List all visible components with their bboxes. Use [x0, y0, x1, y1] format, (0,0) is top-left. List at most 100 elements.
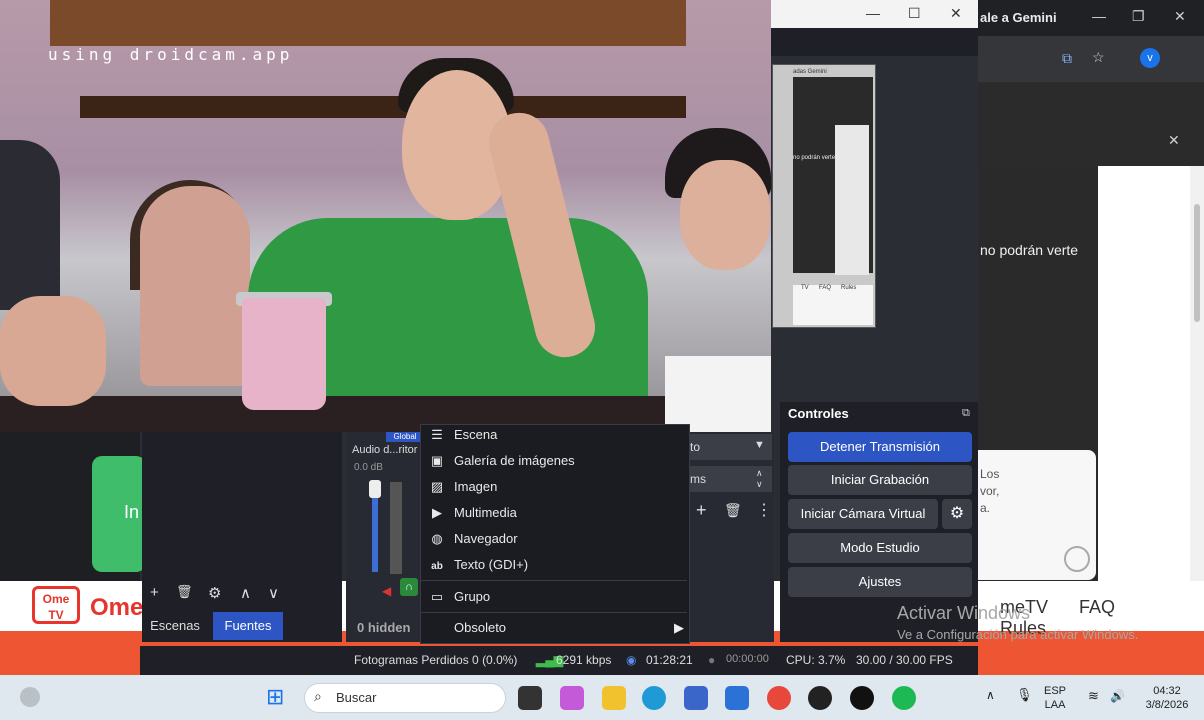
start-virtual-camera-button[interactable]: Iniciar Cámara Virtual [788, 499, 938, 529]
menu-item-navegador[interactable]: ◍ Navegador [428, 527, 517, 551]
studio-mode-button[interactable]: Modo Estudio [788, 533, 972, 563]
activation-subtitle: Ve a Configuración para activar Windows. [897, 627, 1139, 642]
windows-start-icon[interactable]: ⊞ [266, 686, 288, 708]
menu-item-obsoleto[interactable]: Obsoleto ▶ [428, 616, 686, 640]
stepper-arrows-icon[interactable]: ∧ ∨ [756, 468, 763, 490]
weather-icon[interactable] [20, 687, 40, 707]
nested-bottom-panel [793, 285, 873, 325]
tab-fuentes[interactable]: Fuentes [213, 612, 283, 640]
mute-icon[interactable]: ◀ [382, 584, 391, 598]
maximize-icon[interactable]: ❐ [1132, 8, 1145, 25]
nested-white-panel [835, 125, 869, 275]
mate-cup [242, 298, 326, 410]
start-button[interactable]: In [92, 456, 146, 572]
person-left [140, 186, 250, 386]
chevron-up-icon[interactable]: ∧ [986, 688, 995, 702]
menu-item-texto[interactable]: ab Texto (GDI+) [428, 553, 528, 577]
globe-icon: ◍ [431, 531, 443, 546]
bitrate: 6291 kbps [556, 653, 612, 667]
menu-item-imagen[interactable]: ▨ Imagen [428, 475, 498, 499]
trash-icon[interactable]: 🗑 [176, 584, 193, 600]
person-edge [0, 140, 60, 310]
headphones-icon[interactable]: ∩ [400, 578, 418, 596]
task-view-icon[interactable] [518, 686, 542, 710]
streaming-icon: ◉ [626, 653, 637, 667]
page-scrollbar-thumb[interactable] [1194, 204, 1200, 322]
tab-escenas[interactable]: Escenas [146, 612, 204, 640]
add-icon[interactable]: + [150, 584, 159, 601]
add-transition-icon[interactable]: + [696, 500, 707, 521]
emoji-icon[interactable] [1064, 546, 1090, 572]
chrome-icon[interactable] [767, 686, 791, 710]
submenu-arrow-icon: ▶ [674, 620, 684, 635]
nested-label: adas Gemini [793, 69, 827, 75]
volume-icon[interactable]: 🔊 [1110, 689, 1125, 703]
audio-meter [390, 482, 402, 574]
activation-title: Activar Windows [897, 603, 1031, 623]
volume-slider-handle[interactable] [369, 480, 381, 498]
menu-item-galeria[interactable]: ▣ Galería de imágenes [428, 449, 575, 473]
edge-icon[interactable] [642, 686, 666, 710]
menu-item-escena[interactable]: ☰ Escena [428, 423, 497, 447]
close-icon[interactable]: ✕ [950, 5, 962, 22]
transition-select[interactable]: to ▼ [688, 434, 772, 460]
footer-link[interactable]: FAQ [1079, 597, 1115, 617]
app-icon[interactable] [850, 686, 874, 710]
move-up-icon[interactable]: ∧ [240, 584, 251, 602]
microphone-icon[interactable]: 🎙 [1016, 688, 1033, 702]
obs-menubar [770, 28, 978, 56]
start-recording-button[interactable]: Iniciar Grabación [788, 465, 972, 495]
search-placeholder: Buscar [336, 690, 377, 705]
nested-label: Rules [841, 285, 857, 291]
browser-tab-title[interactable]: ale a Gemini [980, 10, 1057, 25]
image-icon: ▨ [430, 479, 444, 494]
chevron-down-icon: ▼ [754, 439, 765, 451]
search-box[interactable] [304, 683, 506, 713]
spotify-icon[interactable] [892, 686, 916, 710]
cabinet [50, 0, 686, 46]
slideshow-icon: ▣ [430, 453, 444, 468]
more-vertical-icon[interactable]: ⋮ [756, 500, 772, 520]
cast-icon[interactable]: ⧉ [1062, 50, 1072, 67]
transitions-dock: to ▼ ms ∧ ∨ + 🗑 ⋮ [688, 432, 774, 642]
gear-icon[interactable]: ⚙ [208, 584, 221, 602]
file-explorer-icon[interactable] [602, 686, 626, 710]
ometv-brand: Ome [90, 594, 144, 621]
menu-item-grupo[interactable]: ▭ Grupo [428, 585, 490, 609]
menu-divider [421, 612, 687, 613]
scenes-dock [142, 432, 342, 642]
trash-icon[interactable]: 🗑 [724, 502, 742, 519]
close-icon[interactable]: ✕ [1168, 132, 1180, 149]
audio-global-badge: Global [386, 432, 424, 442]
play-icon: ▶ [432, 505, 442, 520]
close-icon[interactable]: ✕ [1174, 8, 1186, 25]
undock-icon[interactable]: ⧉ [962, 407, 970, 420]
wifi-icon[interactable]: ≋ [1088, 689, 1099, 703]
duration-stepper[interactable]: ms ∧ ∨ [688, 466, 772, 492]
maximize-icon[interactable]: ☐ [908, 5, 921, 22]
controls-title: Controles [788, 406, 849, 421]
copilot-icon[interactable] [560, 686, 584, 710]
language-indicator[interactable]: ESP LAA [1044, 684, 1066, 712]
bookmark-star-icon[interactable]: ☆ [1092, 49, 1105, 66]
cpu-usage: CPU: 3.7% [786, 653, 846, 667]
person-right [680, 160, 770, 270]
clock[interactable]: 04:32 3/8/2026 [1138, 684, 1196, 712]
minimize-icon[interactable]: — [866, 5, 880, 21]
fps: 30.00 / 30.00 FPS [856, 653, 953, 667]
nested-label: no podrán verte [793, 155, 836, 161]
stream-time: 01:28:21 [646, 653, 693, 667]
gear-icon[interactable]: ⚙ [942, 499, 972, 529]
move-down-icon[interactable]: ∨ [268, 584, 279, 602]
stop-streaming-button[interactable]: Detener Transmisión [788, 432, 972, 462]
settings-button[interactable]: Ajustes [788, 567, 972, 597]
profile-avatar[interactable]: v [1140, 48, 1160, 68]
outlook-icon[interactable] [725, 686, 749, 710]
store-icon[interactable] [684, 686, 708, 710]
audio-level: 0.0 dB [354, 462, 383, 473]
obs-icon[interactable] [808, 686, 832, 710]
ometv-logo: Ome TV [32, 586, 80, 624]
obs-titlebar: — ☐ ✕ [770, 0, 978, 28]
minimize-icon[interactable]: — [1092, 8, 1106, 24]
menu-item-multimedia[interactable]: ▶ Multimedia [428, 501, 517, 525]
